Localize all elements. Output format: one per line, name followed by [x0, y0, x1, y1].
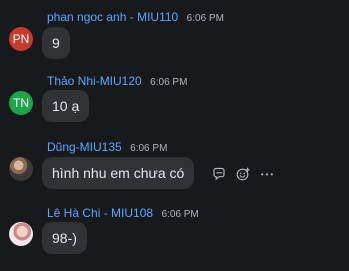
sender-name[interactable]: Thảo Nhi-MIU120	[47, 74, 142, 88]
message-hover-actions	[210, 164, 276, 184]
avatar[interactable]: TN	[9, 91, 33, 115]
message-bubble[interactable]: 98-)	[42, 222, 87, 254]
more-icon[interactable]	[258, 165, 276, 183]
timestamp: 6:06 PM	[150, 77, 188, 88]
sender-name[interactable]: Dũng-MIU135	[47, 140, 122, 154]
timestamp: 6:06 PM	[186, 13, 224, 24]
sender-name[interactable]: Lê Hà Chi - MIU108	[47, 206, 153, 220]
sender-line: Dũng-MIU135 6:06 PM	[47, 138, 167, 154]
avatar[interactable]	[9, 157, 33, 181]
reaction-icon[interactable]	[234, 165, 252, 183]
sender-name[interactable]: phan ngoc anh - MIU110	[47, 10, 178, 24]
sender-line: Thảo Nhi-MIU120 6:06 PM	[47, 72, 187, 88]
timestamp: 6:06 PM	[161, 209, 199, 220]
chat-message-list: PN phan ngoc anh - MIU110 6:06 PM 9 TN T…	[0, 0, 349, 271]
reply-icon[interactable]	[210, 165, 228, 183]
message-bubble[interactable]: 9	[42, 27, 70, 59]
sender-line: Lê Hà Chi - MIU108 6:06 PM	[47, 204, 199, 220]
message-bubble[interactable]: 10 ạ	[42, 90, 90, 122]
avatar[interactable]: PN	[9, 27, 33, 51]
sender-line: phan ngoc anh - MIU110 6:06 PM	[47, 8, 224, 24]
message-bubble[interactable]: hình nhu em chưa có	[42, 157, 195, 189]
avatar[interactable]	[9, 222, 33, 246]
timestamp: 6:06 PM	[130, 143, 168, 154]
